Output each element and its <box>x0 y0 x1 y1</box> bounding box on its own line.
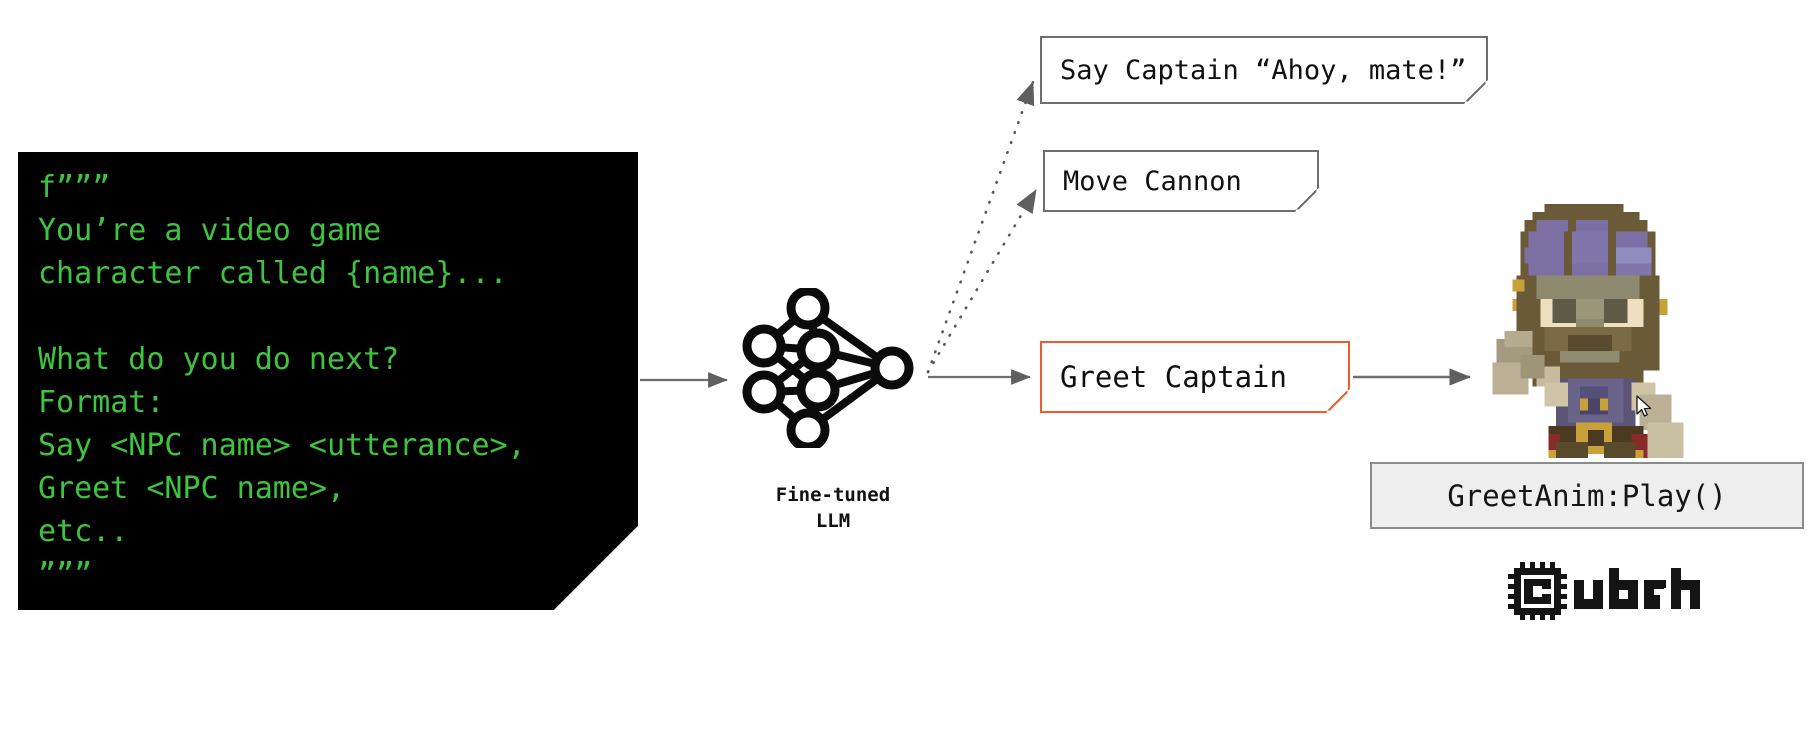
arrow-llm-to-say <box>926 80 1035 374</box>
note-dogear-icon <box>1295 188 1319 212</box>
pirate-npc-sprite <box>1492 203 1684 458</box>
chosen-output-greet-label: Greet Captain <box>1060 360 1287 394</box>
game-action-label: GreetAnim:Play() <box>1447 478 1727 513</box>
arrow-llm-to-move <box>926 188 1038 374</box>
candidate-output-say[interactable]: Say Captain “Ahoy, mate!” <box>1040 36 1488 104</box>
note-dogear-icon <box>1326 389 1350 413</box>
prompt-code-card: f””” You’re a video game character calle… <box>18 152 639 611</box>
model-label: Fine-tuned LLM <box>775 484 891 532</box>
mouse-cursor-icon <box>1636 395 1652 417</box>
chosen-output-greet[interactable]: Greet Captain <box>1040 341 1350 413</box>
neural-network-icon <box>742 288 914 448</box>
card-fold-outline <box>553 525 639 611</box>
note-dogear-icon <box>1464 80 1488 104</box>
cubzh-logo <box>1508 562 1700 620</box>
diagram-canvas: f””” You’re a video game character calle… <box>0 0 1816 756</box>
game-action-box[interactable]: GreetAnim:Play() <box>1370 462 1804 529</box>
candidate-output-move[interactable]: Move Cannon <box>1043 150 1319 212</box>
prompt-code-text: f””” You’re a video game character calle… <box>38 170 526 592</box>
candidate-output-move-label: Move Cannon <box>1063 165 1242 197</box>
candidate-output-say-label: Say Captain “Ahoy, mate!” <box>1060 54 1467 86</box>
